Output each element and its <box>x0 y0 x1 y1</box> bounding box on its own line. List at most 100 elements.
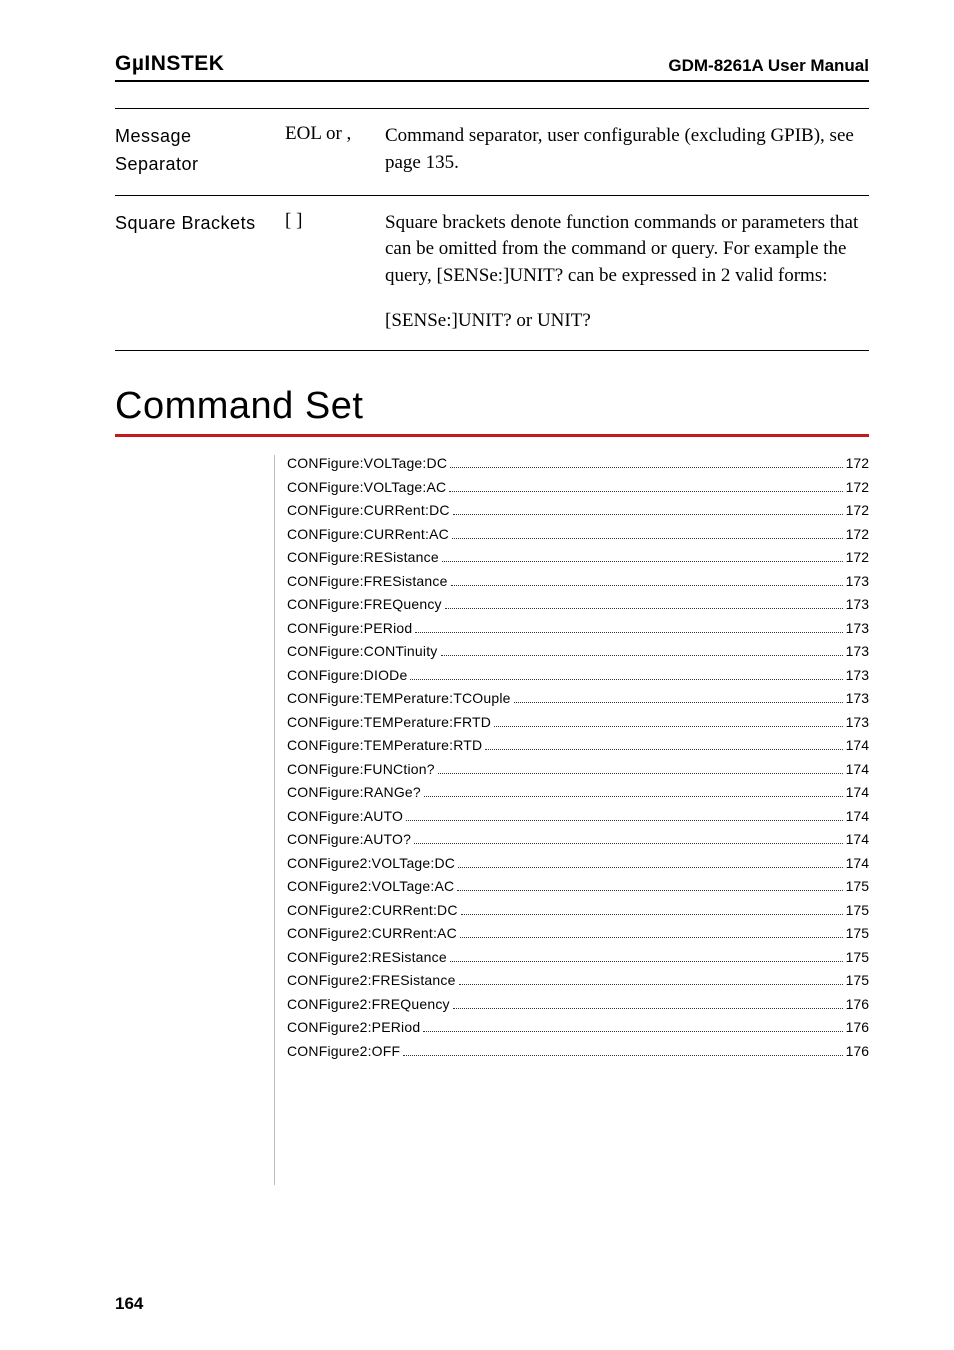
toc-entry-page: 173 <box>846 643 869 659</box>
toc-entry-label: CONFigure2:FREQuency <box>287 996 450 1012</box>
toc-leader-dots <box>423 1031 842 1032</box>
toc-entry[interactable]: CONFigure:FUNCtion? 174 <box>287 761 869 777</box>
toc-entry-label: CONFigure:FUNCtion? <box>287 761 435 777</box>
toc-leader-dots <box>406 820 843 821</box>
toc-leader-dots <box>514 702 843 703</box>
toc-entry-label: CONFigure2:VOLTage:AC <box>287 878 454 894</box>
toc-leader-dots <box>445 608 843 609</box>
toc-leader-dots <box>458 867 843 868</box>
toc-entry-page: 175 <box>846 925 869 941</box>
toc-entry[interactable]: CONFigure:CONTinuity173 <box>287 643 869 659</box>
toc-entry[interactable]: CONFigure:RESistance172 <box>287 549 869 565</box>
toc-entry-page: 173 <box>846 620 869 636</box>
manual-title: GDM-8261A User Manual <box>668 56 869 76</box>
toc-leader-dots <box>451 585 843 586</box>
toc-leader-dots <box>442 561 843 562</box>
toc-leader-dots <box>461 914 843 915</box>
toc-leader-dots <box>453 1008 843 1009</box>
toc-entry[interactable]: CONFigure:TEMPerature:FRTD173 <box>287 714 869 730</box>
toc-entry[interactable]: CONFigure2:VOLTage:AC 175 <box>287 878 869 894</box>
definition-paragraph: Command separator, user configurable (ex… <box>385 123 869 176</box>
toc-entry-page: 172 <box>846 526 869 542</box>
toc-container: CONFigure:VOLTage:DC172 CONFigure:VOLTage… <box>115 455 869 1185</box>
toc-leader-dots <box>403 1055 842 1056</box>
toc-list: CONFigure:VOLTage:DC172 CONFigure:VOLTage… <box>275 455 869 1185</box>
definition-description: Command separator, user configurable (ex… <box>385 123 869 179</box>
toc-entry-label: CONFigure2:PERiod <box>287 1019 420 1035</box>
toc-entry-page: 175 <box>846 878 869 894</box>
toc-leader-dots <box>450 467 843 468</box>
toc-entry-label: CONFigure:RANGe? <box>287 784 421 800</box>
toc-leader-dots <box>424 796 843 797</box>
toc-entry-page: 174 <box>846 855 869 871</box>
toc-entry[interactable]: CONFigure2:FREQuency 176 <box>287 996 869 1012</box>
toc-entry-page: 173 <box>846 596 869 612</box>
toc-entry-label: CONFigure2:RESistance <box>287 949 447 965</box>
definition-symbol: EOL or , <box>285 123 385 179</box>
toc-entry[interactable]: CONFigure:VOLTage:AC172 <box>287 479 869 495</box>
toc-entry-label: CONFigure:PERiod <box>287 620 412 636</box>
toc-leader-dots <box>494 726 843 727</box>
definition-paragraph: Square brackets denote function commands… <box>385 210 869 290</box>
toc-entry[interactable]: CONFigure:TEMPerature:TCOuple 173 <box>287 690 869 706</box>
toc-entry[interactable]: CONFigure:AUTO174 <box>287 808 869 824</box>
toc-leader-dots <box>449 491 842 492</box>
toc-entry-page: 174 <box>846 737 869 753</box>
toc-entry-label: CONFigure2:FRESistance <box>287 972 456 988</box>
toc-entry[interactable]: CONFigure:CURRent:AC 172 <box>287 526 869 542</box>
toc-entry-label: CONFigure:DIODe <box>287 667 407 683</box>
toc-entry-label: CONFigure:FREQuency <box>287 596 442 612</box>
toc-entry-label: CONFigure:TEMPerature:RTD <box>287 737 482 753</box>
toc-leader-dots <box>485 749 842 750</box>
toc-entry-label: CONFigure:CURRent:AC <box>287 526 449 542</box>
toc-entry-page: 173 <box>846 690 869 706</box>
toc-entry[interactable]: CONFigure:AUTO?174 <box>287 831 869 847</box>
section-heading-command-set: Command Set <box>115 385 869 437</box>
toc-entry[interactable]: CONFigure:RANGe?174 <box>287 784 869 800</box>
toc-entry-page: 173 <box>846 573 869 589</box>
page-body: GµINSTEK GDM-8261A User Manual Message S… <box>0 0 954 1185</box>
toc-leader-dots <box>452 538 843 539</box>
toc-entry[interactable]: CONFigure:FREQuency 173 <box>287 596 869 612</box>
toc-entry-page: 176 <box>846 1019 869 1035</box>
toc-entry[interactable]: CONFigure2:OFF176 <box>287 1043 869 1059</box>
toc-entry-page: 172 <box>846 502 869 518</box>
toc-entry[interactable]: CONFigure:CURRent:DC172 <box>287 502 869 518</box>
toc-leader-dots <box>438 773 843 774</box>
toc-entry[interactable]: CONFigure:PERiod 173 <box>287 620 869 636</box>
toc-entry[interactable]: CONFigure2:CURRent:DC 175 <box>287 902 869 918</box>
brand-logo: GµINSTEK <box>115 52 224 76</box>
toc-entry-label: CONFigure2:CURRent:AC <box>287 925 457 941</box>
toc-entry-label: CONFigure2:VOLTage:DC <box>287 855 455 871</box>
toc-leader-dots <box>414 843 843 844</box>
toc-entry-label: CONFigure2:CURRent:DC <box>287 902 458 918</box>
toc-entry[interactable]: CONFigure:DIODe173 <box>287 667 869 683</box>
toc-entry-label: CONFigure:RESistance <box>287 549 439 565</box>
running-header: GµINSTEK GDM-8261A User Manual <box>115 52 869 82</box>
toc-leader-dots <box>410 679 842 680</box>
toc-entry[interactable]: CONFigure2:PERiod 176 <box>287 1019 869 1035</box>
toc-leader-dots <box>457 890 842 891</box>
toc-entry-page: 175 <box>846 949 869 965</box>
toc-entry[interactable]: CONFigure2:CURRent:AC 175 <box>287 925 869 941</box>
toc-entry-page: 175 <box>846 902 869 918</box>
toc-entry-page: 174 <box>846 761 869 777</box>
toc-entry[interactable]: CONFigure2:VOLTage:DC 174 <box>287 855 869 871</box>
toc-entry[interactable]: CONFigure:FRESistance 173 <box>287 573 869 589</box>
toc-entry-label: CONFigure:AUTO <box>287 808 403 824</box>
toc-leader-dots <box>453 514 843 515</box>
toc-entry[interactable]: CONFigure:TEMPerature:RTD 174 <box>287 737 869 753</box>
toc-entry[interactable]: CONFigure2:RESistance 175 <box>287 949 869 965</box>
toc-gutter <box>115 455 275 1185</box>
toc-entry-page: 176 <box>846 996 869 1012</box>
definition-term: Square Brackets <box>115 210 285 334</box>
definition-row: Square Brackets[ ]Square brackets denote… <box>115 195 869 350</box>
toc-entry[interactable]: CONFigure:VOLTage:DC172 <box>287 455 869 471</box>
toc-entry[interactable]: CONFigure2:FRESistance 175 <box>287 972 869 988</box>
toc-entry-label: CONFigure:TEMPerature:FRTD <box>287 714 491 730</box>
toc-entry-page: 172 <box>846 479 869 495</box>
toc-entry-page: 175 <box>846 972 869 988</box>
toc-entry-label: CONFigure:FRESistance <box>287 573 448 589</box>
toc-entry-page: 174 <box>846 831 869 847</box>
toc-entry-label: CONFigure:TEMPerature:TCOuple <box>287 690 511 706</box>
